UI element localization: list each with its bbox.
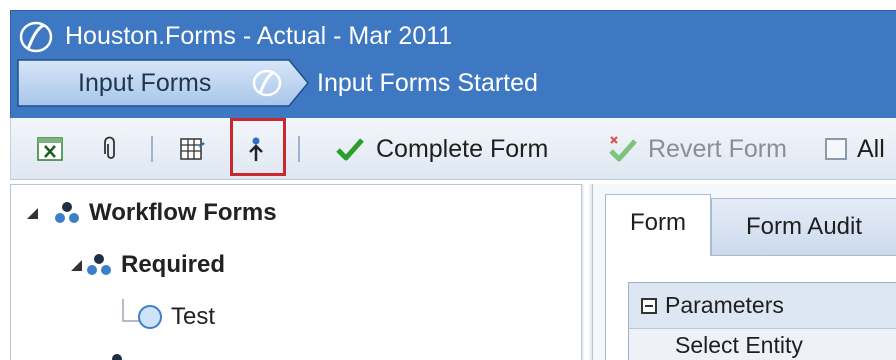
- expand-arrow-icon[interactable]: [69, 258, 83, 272]
- property-grid: Parameters Select Entity: [628, 282, 896, 360]
- attach-button[interactable]: [104, 118, 118, 180]
- tree-root-label: Workflow Forms: [89, 199, 277, 226]
- tree-node-test[interactable]: Test: [137, 303, 215, 331]
- workflow-tree-panel: Workflow Forms Required Test: [10, 184, 582, 360]
- breadcrumb-logo-icon: [252, 69, 282, 97]
- form-status-circle-icon: [138, 305, 162, 329]
- tree-item-label: Test: [171, 303, 216, 330]
- tab-form[interactable]: Form: [605, 194, 711, 256]
- checkbox-box[interactable]: [825, 138, 847, 160]
- form-content: Parameters Select Entity: [605, 255, 896, 360]
- workflow-group-icon: [112, 354, 122, 360]
- collapse-minus-icon[interactable]: [641, 297, 657, 314]
- revert-form-button[interactable]: Revert Form: [608, 118, 787, 180]
- tree-group-label: Required: [121, 251, 226, 278]
- complete-form-label: Complete Form: [376, 134, 549, 163]
- all-checkbox-label: All: [857, 134, 885, 163]
- tree-node-required[interactable]: Required: [69, 251, 225, 279]
- checkmark-icon: [336, 138, 364, 161]
- tab-form-audit[interactable]: Form Audit: [711, 198, 896, 256]
- parameters-label: Parameters: [665, 292, 784, 318]
- property-row-select-entity[interactable]: Select Entity: [629, 329, 896, 360]
- breadcrumb-label: Input Forms: [78, 69, 212, 97]
- expand-arrow-icon[interactable]: [25, 206, 39, 220]
- workflow-group-icon: [55, 202, 79, 223]
- highlight-box: [230, 118, 286, 176]
- toolbar-separator: [298, 136, 300, 162]
- grid-settings-button[interactable]: [180, 118, 206, 180]
- excel-icon: [37, 137, 63, 161]
- revert-check-icon: [609, 136, 637, 162]
- property-label: Select Entity: [675, 332, 803, 358]
- toolbar-separator: [151, 136, 153, 162]
- toolbar: Complete Form Revert Form All: [10, 118, 896, 180]
- all-checkbox[interactable]: All: [825, 118, 885, 180]
- parameters-section-header[interactable]: Parameters: [629, 283, 896, 329]
- form-panel: Form Form Audit Parameters Select Entity: [593, 184, 896, 360]
- title-bar: Houston.Forms - Actual - Mar 2011 Input …: [10, 10, 896, 118]
- app-logo-icon: [19, 21, 53, 53]
- revert-form-label: Revert Form: [648, 134, 787, 163]
- workflow-status: Input Forms Started: [317, 69, 538, 97]
- workflow-group-icon: [87, 254, 111, 275]
- paperclip-icon: [104, 136, 115, 159]
- complete-form-button[interactable]: Complete Form: [336, 118, 548, 180]
- tree-node-workflow-forms[interactable]: Workflow Forms: [25, 199, 277, 227]
- grid-icon: [180, 138, 205, 160]
- page-title: Houston.Forms - Actual - Mar 2011: [65, 22, 453, 50]
- breadcrumb-input-forms[interactable]: Input Forms: [17, 59, 309, 107]
- panel-splitter[interactable]: [581, 184, 593, 360]
- export-excel-button[interactable]: [37, 118, 63, 180]
